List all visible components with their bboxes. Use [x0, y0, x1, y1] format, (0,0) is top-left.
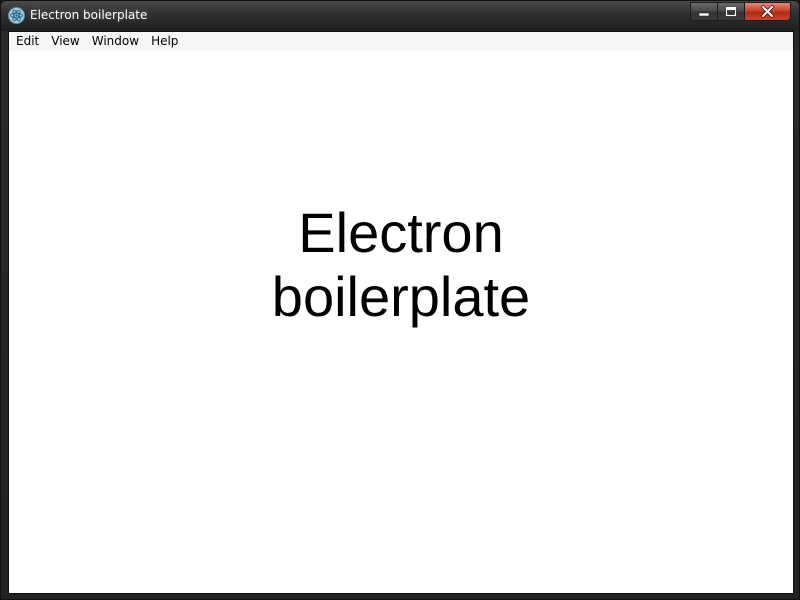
menu-edit[interactable]: Edit [10, 32, 45, 51]
main-content: Electron boilerplate [9, 51, 793, 593]
page-heading: Electron boilerplate [9, 201, 793, 329]
close-icon [760, 4, 775, 19]
menu-window[interactable]: Window [86, 32, 145, 51]
window-title: Electron boilerplate [30, 8, 148, 22]
close-button[interactable] [744, 2, 791, 21]
app-window: Electron boilerplate Edit View Window He… [0, 0, 800, 600]
menu-bar: Edit View Window Help [9, 32, 793, 51]
maximize-button[interactable] [717, 2, 744, 21]
electron-app-icon[interactable] [8, 7, 25, 24]
minimize-icon [698, 12, 710, 17]
client-area: Edit View Window Help Electron boilerpla… [8, 31, 794, 594]
menu-view[interactable]: View [45, 32, 85, 51]
heading-line-1: Electron [298, 201, 504, 264]
minimize-button[interactable] [690, 2, 717, 21]
window-controls [690, 2, 791, 21]
title-bar[interactable]: Electron boilerplate [1, 1, 799, 31]
menu-help[interactable]: Help [145, 32, 184, 51]
maximize-icon [725, 6, 737, 17]
heading-line-2: boilerplate [271, 265, 531, 328]
